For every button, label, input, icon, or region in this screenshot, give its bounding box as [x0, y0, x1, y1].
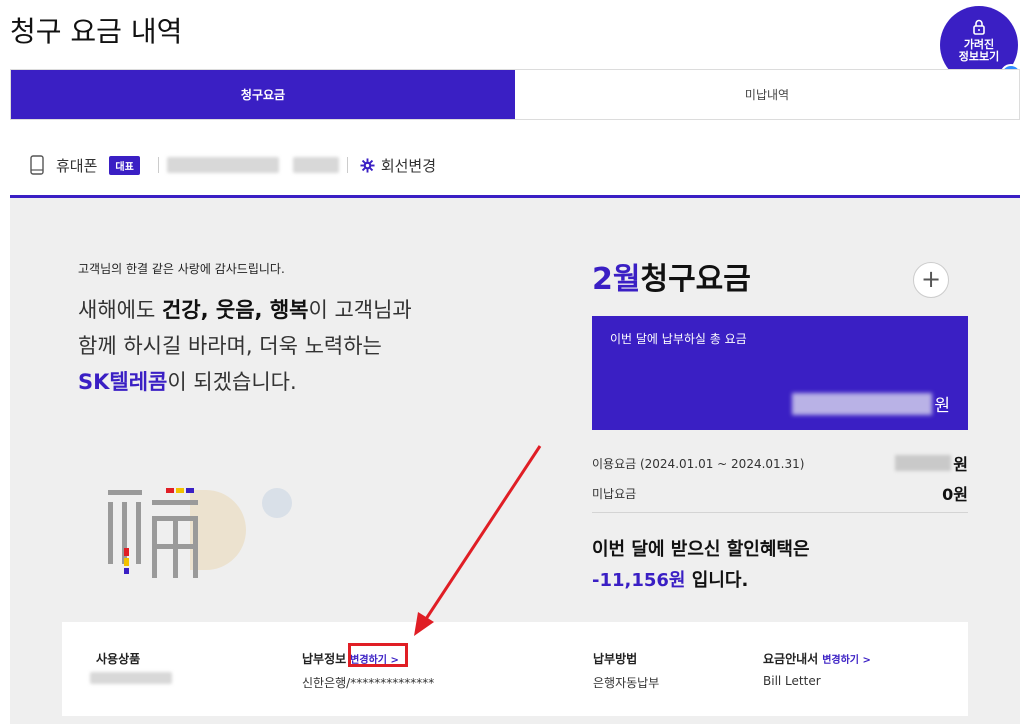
line-type: 휴대폰: [56, 156, 98, 175]
usage-fee-unit: 원: [953, 455, 968, 474]
bill-title-text: 청구요금: [640, 262, 751, 297]
expand-button[interactable]: +: [913, 262, 949, 298]
fortune-character-graphic: [108, 488, 198, 578]
usage-fee-row: 이용요금 (2024.01.01 ~ 2024.01.31) 원: [592, 452, 968, 474]
discount-message: 이번 달에 받으신 할인혜택은 -11,156원 입니다.: [592, 534, 810, 596]
annotation-highlight-box: [348, 643, 408, 667]
payment-method-value: 은행자동납부: [593, 676, 660, 690]
payment-method-label: 납부방법: [593, 652, 638, 666]
greeting-small: 고객님의 한결 같은 사랑에 감사드립니다.: [78, 262, 285, 276]
discount-line1: 이번 달에 받으신 할인혜택은: [592, 539, 810, 560]
statement-change-link[interactable]: 변경하기 >: [822, 651, 871, 666]
tab-bar: 청구요금 미납내역: [10, 69, 1020, 120]
change-line-label: 회선변경: [380, 156, 437, 175]
line-selector: 휴대폰 대표 회선변경: [30, 152, 436, 178]
usage-fee-value: 원: [895, 451, 968, 475]
fee-divider: [592, 512, 968, 513]
masked-total-value: [792, 392, 933, 415]
statement-value: Bill Letter: [763, 674, 821, 688]
statement-header: 요금안내서 변경하기 >: [763, 650, 871, 667]
account-info-card: [62, 622, 968, 716]
greeting-line2: 함께 하시길 바라며, 더욱 노력하는: [78, 334, 382, 358]
greeting-line1-bold: 건강, 웃음, 행복: [161, 298, 309, 322]
phone-icon: [30, 155, 44, 175]
total-label: 이번 달에 납부하실 총 요금: [610, 332, 747, 346]
brand-name: SK텔레콤: [78, 370, 168, 394]
greeting-message: 새해에도 건강, 웃음, 행복이 고객님과 함께 하시길 바라며, 더욱 노력하…: [78, 292, 498, 400]
tab-billing[interactable]: 청구요금: [11, 70, 515, 119]
payment-info-value: 신한은행/**************: [302, 676, 435, 690]
hidden-info-label-2: 정보보기: [958, 50, 1000, 63]
change-line-button[interactable]: 회선변경: [360, 155, 436, 176]
payment-info-label: 납부정보: [302, 652, 347, 666]
greeting-line1-pre: 새해에도: [78, 298, 162, 322]
bill-title: 2월청구요금: [592, 254, 751, 298]
gear-icon: [360, 157, 375, 173]
statement-label: 요금안내서: [763, 652, 819, 666]
page-title: 청구 요금 내역: [10, 15, 183, 48]
plus-icon: +: [920, 265, 942, 293]
masked-phone-number: [166, 157, 279, 173]
unpaid-fee-value: 0원: [942, 485, 968, 504]
decoration-circle: [262, 488, 292, 518]
masked-plan-name: [292, 157, 339, 173]
divider: [157, 157, 159, 173]
tab-unpaid[interactable]: 미납내역: [515, 70, 1019, 119]
discount-amount: -11,156원: [592, 570, 686, 591]
masked-product-value: [90, 672, 172, 684]
greeting-line3-post: 이 되겠습니다.: [167, 370, 297, 394]
product-label: 사용상품: [96, 652, 141, 666]
discount-suffix: 입니다.: [685, 570, 749, 591]
total-amount: 원: [792, 391, 950, 416]
divider: [346, 157, 348, 173]
masked-usage-value: [895, 455, 952, 471]
total-unit: 원: [934, 396, 950, 416]
representative-badge: 대표: [109, 155, 140, 175]
bill-month: 2월: [592, 262, 641, 297]
greeting-line1-post: 이 고객님과: [308, 298, 412, 322]
unpaid-fee-row: 미납요금 0원: [592, 482, 968, 504]
lock-icon: [973, 19, 985, 35]
total-amount-box: 이번 달에 납부하실 총 요금 원: [592, 316, 968, 430]
usage-fee-label: 이용요금 (2024.01.01 ~ 2024.01.31): [592, 456, 805, 471]
unpaid-fee-label: 미납요금: [592, 486, 637, 501]
